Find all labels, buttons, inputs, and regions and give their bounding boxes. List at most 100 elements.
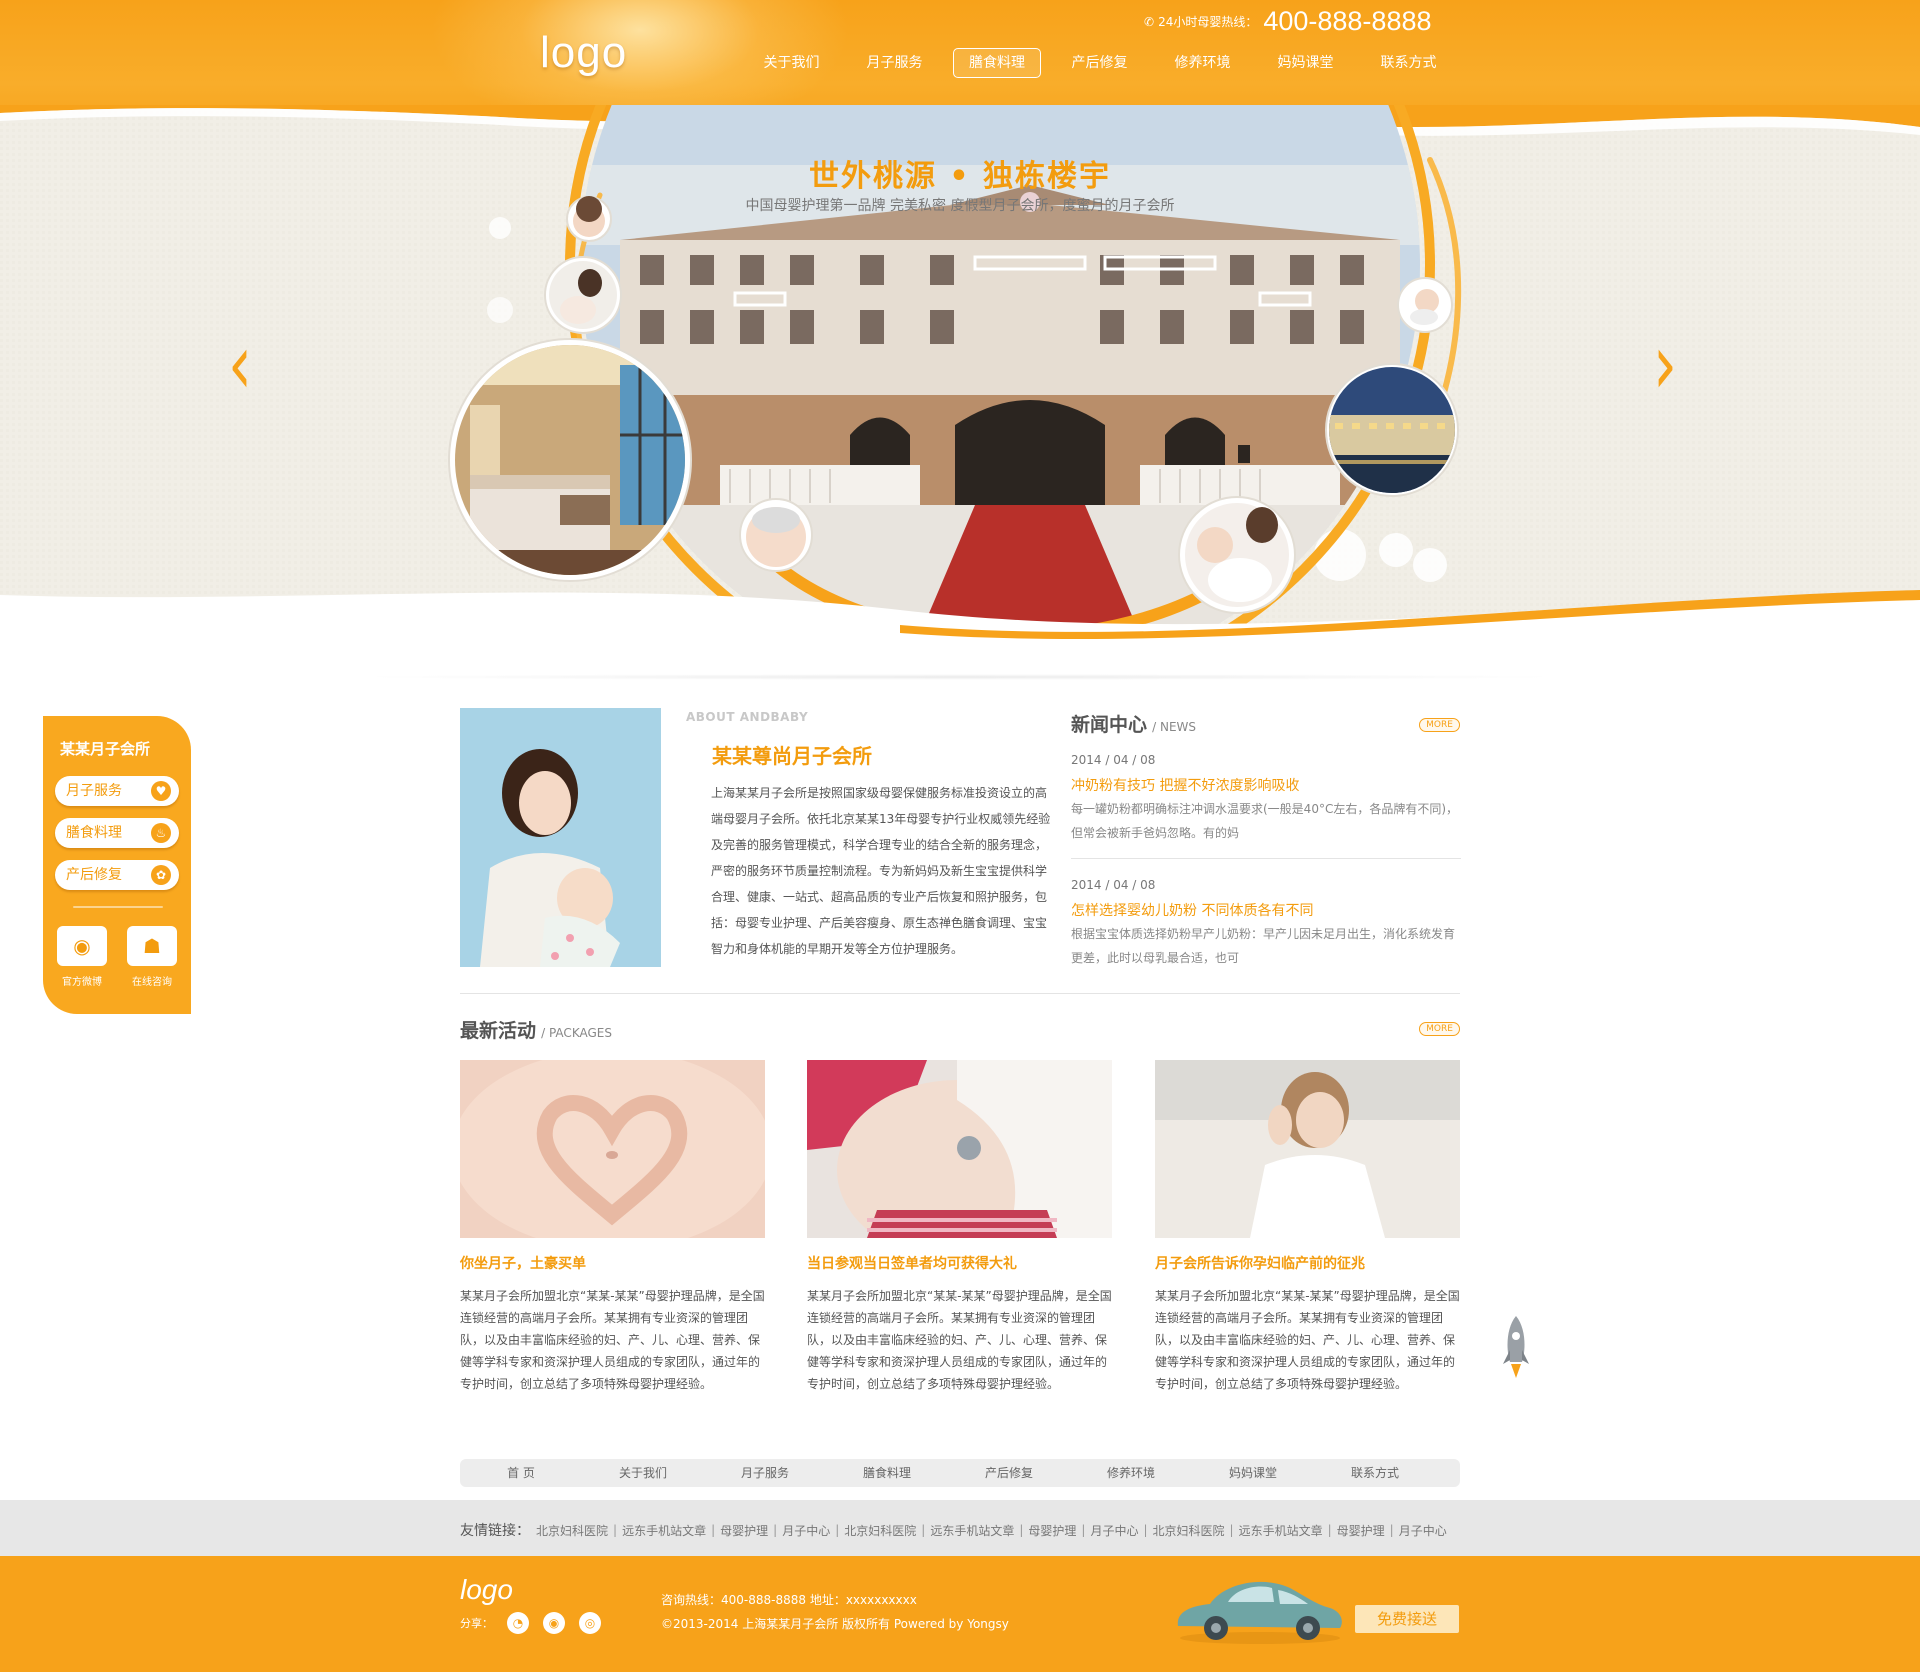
packages-more-button[interactable]: MORE [1419, 1022, 1460, 1036]
share-bar: 分享： ◔ ◉ ◎ [460, 1612, 615, 1634]
nav-item-about[interactable]: 关于我们 [740, 48, 843, 78]
friend-link[interactable]: 月子中心 [1399, 1522, 1447, 1539]
packages-title: 最新活动 [460, 1020, 537, 1042]
footer-nav-classroom[interactable]: 妈妈课堂 [1192, 1459, 1314, 1487]
site-footer: logo 分享： ◔ ◉ ◎ 咨询热线：400-888-8888 地址：xxxx… [0, 1556, 1920, 1672]
floating-sidebar: 某某月子会所 月子服务 ♥ 膳食料理 ♨ 产后修复 ✿ ◉ ☗ 官方微博 在线咨… [43, 716, 191, 1014]
link-separator: | [1019, 1523, 1024, 1537]
free-pickup-button[interactable]: 免费接送 [1355, 1605, 1459, 1633]
about-photo [460, 708, 661, 967]
friend-links-bar: 友情链接： 北京妇科医院 | 远东手机站文章 | 母婴护理 | 月子中心 | 北京妇科医… [0, 1500, 1920, 1556]
friend-link[interactable]: 远东手机站文章 [1239, 1522, 1323, 1539]
sidebar-button-label: 膳食料理 [66, 825, 122, 841]
qq-icon: ☗ [143, 934, 161, 958]
back-to-top-rocket[interactable] [1500, 1314, 1532, 1380]
hero-banner: 世外桃源 • 独栋楼宇 中国母婴护理第一品牌 完美私密 度假型月子会所，度蜜月的… [0, 105, 1920, 650]
nav-item-meals[interactable]: 膳食料理 [953, 48, 1041, 78]
footer-nav-home[interactable]: 首 页 [460, 1459, 582, 1487]
package-image-checkup[interactable] [807, 1060, 1112, 1238]
package-image-pregnant[interactable] [1155, 1060, 1460, 1238]
footer-nav-about[interactable]: 关于我们 [582, 1459, 704, 1487]
about-en-title: ABOUT ANDBABY [686, 710, 809, 724]
package-title[interactable]: 月子会所告诉你孕妇临产前的征兆 [1155, 1253, 1460, 1273]
sidebar-button-recovery[interactable]: 产后修复 ✿ [55, 860, 179, 890]
nav-item-services[interactable]: 月子服务 [843, 48, 946, 78]
weibo-label: 官方微博 [62, 977, 102, 988]
nav-item-environment[interactable]: 修养环境 [1151, 48, 1254, 78]
weibo-icon: ◉ [73, 934, 91, 958]
sidebar-title: 某某月子会所 [60, 740, 151, 758]
packages-en-title: / PACKAGES [541, 1026, 612, 1040]
news-link[interactable]: 冲奶粉有技巧 把握不好浓度影响吸收 [1071, 775, 1461, 795]
packages-header: 最新活动 / PACKAGES [460, 1016, 612, 1043]
nav-item-classroom[interactable]: 妈妈课堂 [1254, 48, 1357, 78]
sidebar-button-label: 月子服务 [66, 783, 122, 799]
friend-link[interactable]: 母婴护理 [720, 1522, 768, 1539]
link-separator: | [1081, 1523, 1086, 1537]
banner-prev-arrow[interactable]: ‹ [228, 316, 252, 414]
friend-link[interactable]: 月子中心 [1090, 1522, 1138, 1539]
rocket-icon [1503, 1316, 1529, 1378]
banner-next-arrow[interactable]: › [1653, 316, 1677, 414]
friend-link[interactable]: 北京妇科医院 [1153, 1522, 1225, 1539]
footer-logo[interactable]: logo [460, 1574, 513, 1606]
nav-item-recovery[interactable]: 产后修复 [1048, 48, 1151, 78]
friend-link[interactable]: 北京妇科医院 [844, 1522, 916, 1539]
friend-links-label: 友情链接： [460, 1523, 530, 1539]
sidebar-divider [73, 906, 163, 908]
footer-nav: 首 页 关于我们 月子服务 膳食料理 产后修复 修养环境 妈妈课堂 联系方式 [460, 1459, 1460, 1487]
link-separator: | [1389, 1523, 1394, 1537]
footer-nav-contact[interactable]: 联系方式 [1314, 1459, 1436, 1487]
qq-consult-button[interactable]: ☗ [127, 926, 177, 966]
site-logo[interactable]: logo [540, 28, 627, 78]
package-text: 某某月子会所加盟北京“某某-某某”母婴护理品牌，是全国连锁经营的高端月子会所。某… [1155, 1289, 1460, 1391]
hotline-label: 24小时母婴热线： [1158, 15, 1258, 29]
contact-line: 咨询热线：400-888-8888 地址：xxxxxxxxxx [661, 1593, 917, 1607]
package-card: 当日参观当日签单者均可获得大礼 某某月子会所加盟北京“某某-某某”母婴护理品牌，… [807, 1060, 1112, 1395]
news-more-button[interactable]: MORE [1419, 718, 1460, 732]
nav-item-contact[interactable]: 联系方式 [1357, 48, 1460, 78]
link-separator: | [613, 1523, 618, 1537]
qq-consult-label: 在线咨询 [132, 977, 172, 988]
news-header: 新闻中心 / NEWS [1071, 710, 1196, 737]
qzone-icon[interactable]: ◎ [579, 1612, 601, 1634]
sidebar-button-services[interactable]: 月子服务 ♥ [55, 776, 179, 806]
news-title: 新闻中心 [1071, 714, 1148, 736]
banner-title: 世外桃源 • 独栋楼宇 [808, 159, 1112, 194]
package-text: 某某月子会所加盟北京“某某-某某”母婴护理品牌，是全国连锁经营的高端月子会所。某… [460, 1289, 765, 1391]
friend-links: 友情链接： 北京妇科医院 | 远东手机站文章 | 母婴护理 | 月子中心 | 北京妇科医… [460, 1520, 1447, 1540]
friend-link[interactable]: 月子中心 [782, 1522, 830, 1539]
package-title[interactable]: 你坐月子，土豪买单 [460, 1253, 765, 1273]
link-separator: | [1229, 1523, 1234, 1537]
package-text: 某某月子会所加盟北京“某某-某某”母婴护理品牌，是全国连锁经营的高端月子会所。某… [807, 1289, 1112, 1391]
footer-nav-recovery[interactable]: 产后修复 [948, 1459, 1070, 1487]
news-date: 2014 / 04 / 08 [1071, 753, 1156, 767]
package-title[interactable]: 当日参观当日签单者均可获得大礼 [807, 1253, 1112, 1273]
news-en-title: / NEWS [1152, 720, 1197, 734]
news-summary: 每一罐奶粉都明确标注冲调水温要求(一般是40°C左右，各品牌有不同)，但常会被新… [1071, 802, 1459, 840]
weibo-icon[interactable]: ◉ [543, 1612, 565, 1634]
copyright-line: ©2013-2014 上海某某月子会所 版权所有 Powered by Yong… [661, 1617, 1009, 1631]
weibo-button[interactable]: ◉ [57, 926, 107, 966]
news-date: 2014 / 04 / 08 [1071, 878, 1156, 892]
phone-icon: ✆ [1144, 14, 1155, 29]
package-card: 月子会所告诉你孕妇临产前的征兆 某某月子会所加盟北京“某某-某某”母婴护理品牌，… [1155, 1060, 1460, 1395]
footer-nav-environment[interactable]: 修养环境 [1070, 1459, 1192, 1487]
footer-nav-meals[interactable]: 膳食料理 [826, 1459, 948, 1487]
weixin-icon[interactable]: ◔ [507, 1612, 529, 1634]
package-card: 你坐月子，土豪买单 某某月子会所加盟北京“某某-某某”母婴护理品牌，是全国连锁经… [460, 1060, 765, 1395]
sidebar-button-meals[interactable]: 膳食料理 ♨ [55, 818, 179, 848]
package-image-heart-hands[interactable] [460, 1060, 765, 1238]
friend-link[interactable]: 远东手机站文章 [930, 1522, 1014, 1539]
friend-link[interactable]: 母婴护理 [1337, 1522, 1385, 1539]
section-shadow [350, 674, 1570, 680]
news-link[interactable]: 怎样选择婴幼儿奶粉 不同体质各有不同 [1071, 900, 1461, 920]
news-item: 2014 / 04 / 08 怎样选择婴幼儿奶粉 不同体质各有不同 根据宝宝体质… [1071, 878, 1461, 970]
friend-link[interactable]: 远东手机站文章 [622, 1522, 706, 1539]
friend-link[interactable]: 北京妇科医院 [536, 1522, 608, 1539]
car-icon [1177, 1581, 1342, 1644]
footer-nav-services[interactable]: 月子服务 [704, 1459, 826, 1487]
hotline: ✆ 24小时母婴热线： 400-888-8888 [1144, 6, 1432, 37]
link-separator: | [773, 1523, 778, 1537]
friend-link[interactable]: 母婴护理 [1028, 1522, 1076, 1539]
